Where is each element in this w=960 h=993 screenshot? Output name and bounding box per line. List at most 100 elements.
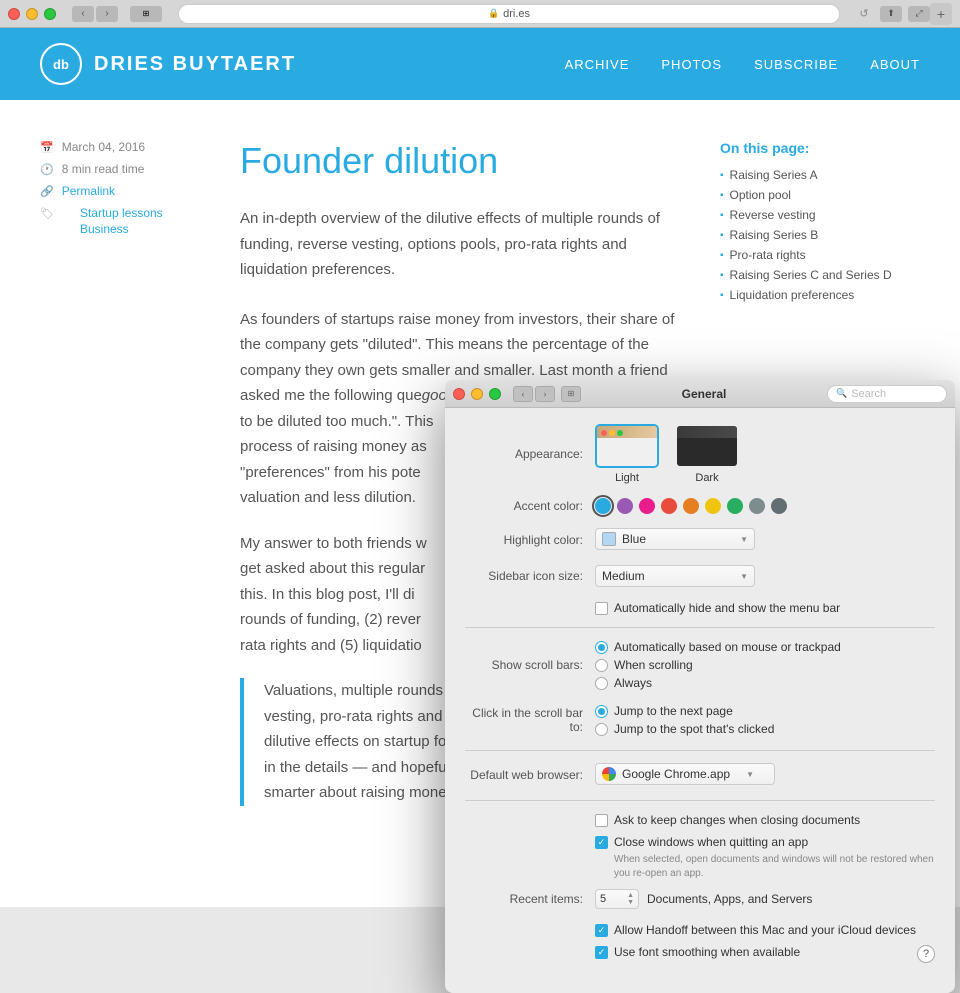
- click-next-page-option[interactable]: Jump to the next page: [595, 704, 935, 718]
- close-windows-checkbox[interactable]: [595, 836, 608, 849]
- nav-photos[interactable]: PHOTOS: [661, 57, 722, 72]
- link-icon: 🔗: [40, 185, 54, 198]
- click-spot-radio[interactable]: [595, 723, 608, 736]
- appearance-light-option[interactable]: Light: [595, 424, 659, 484]
- scroll-always-option[interactable]: Always: [595, 676, 935, 690]
- scroll-scrolling-option[interactable]: When scrolling: [595, 658, 935, 672]
- font-smoothing-label: Use font smoothing when available: [614, 945, 800, 959]
- click-next-page-radio[interactable]: [595, 705, 608, 718]
- scroll-scrolling-radio[interactable]: [595, 659, 608, 672]
- stepper-down[interactable]: ▼: [627, 899, 634, 906]
- stepper-up[interactable]: ▲: [627, 892, 634, 899]
- highlight-color-select-wrapper: Blue ▼: [595, 528, 755, 550]
- accent-purple[interactable]: [617, 498, 633, 514]
- minimize-button[interactable]: [26, 8, 38, 20]
- accent-blue[interactable]: [595, 498, 611, 514]
- appearance-dark-option[interactable]: Dark: [675, 424, 739, 484]
- close-windows-row: Close windows when quitting an app When …: [465, 835, 935, 887]
- scroll-auto-option[interactable]: Automatically based on mouse or trackpad: [595, 640, 935, 654]
- tabs-button[interactable]: ⊞: [130, 6, 162, 22]
- recent-items-suffix: Documents, Apps, and Servers: [647, 892, 812, 906]
- font-smoothing-checkbox[interactable]: [595, 946, 608, 959]
- auto-hide-control: Automatically hide and show the menu bar: [595, 601, 935, 619]
- light-min-dot: [609, 430, 615, 436]
- scroll-always-radio[interactable]: [595, 677, 608, 690]
- share-button[interactable]: ⬆: [880, 6, 902, 22]
- accent-orange[interactable]: [683, 498, 699, 514]
- default-browser-row: Default web browser: Google Chrome.app ▼: [465, 763, 935, 786]
- prefs-search-bar[interactable]: 🔍 Search: [827, 385, 947, 403]
- sidebar-item-liquidation[interactable]: Liquidation preferences: [720, 288, 920, 302]
- prefs-close-button[interactable]: [453, 388, 465, 400]
- sidebar-item-raising-cd[interactable]: Raising Series C and Series D: [720, 268, 920, 282]
- tag-startup[interactable]: Startup lessons: [80, 206, 163, 220]
- article-date: March 04, 2016: [62, 140, 145, 154]
- new-tab-button[interactable]: +: [930, 3, 952, 25]
- page-sidebar-list: Raising Series A Option pool Reverse ves…: [720, 168, 920, 302]
- highlight-color-select[interactable]: Blue ▼: [595, 528, 755, 550]
- browser-nav: ‹ ›: [72, 6, 118, 22]
- browser-arrow: ▼: [746, 770, 754, 779]
- fullscreen-button[interactable]: ⤢: [908, 6, 930, 22]
- default-browser-select[interactable]: Google Chrome.app ▼: [595, 763, 775, 785]
- recent-items-stepper[interactable]: 5 ▲ ▼: [595, 889, 639, 909]
- forward-button[interactable]: ›: [96, 6, 118, 22]
- prefs-forward-button[interactable]: ›: [535, 386, 555, 402]
- handoff-checkbox[interactable]: [595, 924, 608, 937]
- back-button[interactable]: ‹: [72, 6, 94, 22]
- accent-graphite[interactable]: [771, 498, 787, 514]
- ask-keep-label: Ask to keep changes when closing documen…: [614, 813, 860, 827]
- accent-red[interactable]: [661, 498, 677, 514]
- appearance-dark-thumb[interactable]: [675, 424, 739, 468]
- prefs-search-icon: 🔍: [836, 388, 847, 399]
- highlight-color-box: [602, 532, 616, 546]
- accent-pink[interactable]: [639, 498, 655, 514]
- handoff-checkbox-item: Allow Handoff between this Mac and your …: [595, 923, 935, 937]
- prefs-minimize-button[interactable]: [471, 388, 483, 400]
- nav-subscribe[interactable]: SUBSCRIBE: [754, 57, 838, 72]
- scroll-auto-radio[interactable]: [595, 641, 608, 654]
- nav-archive[interactable]: ARCHIVE: [565, 57, 630, 72]
- reload-button[interactable]: ↺: [856, 6, 872, 22]
- maximize-button[interactable]: [44, 8, 56, 20]
- accent-gray[interactable]: [749, 498, 765, 514]
- stepper-arrows: ▲ ▼: [627, 892, 634, 906]
- separator-3: [465, 800, 935, 801]
- close-windows-checkbox-item: Close windows when quitting an app: [595, 835, 935, 849]
- prefs-content: Appearance: Light: [445, 408, 955, 993]
- appearance-light-thumb[interactable]: [595, 424, 659, 468]
- prefs-maximize-button[interactable]: [489, 388, 501, 400]
- sidebar-item-raising-b[interactable]: Raising Series B: [720, 228, 920, 242]
- nav-about[interactable]: ABOUT: [870, 57, 920, 72]
- sidebar-item-option-pool[interactable]: Option pool: [720, 188, 920, 202]
- sidebar-item-pro-rata[interactable]: Pro-rata rights: [720, 248, 920, 262]
- page-sidebar-title: On this page:: [720, 140, 920, 156]
- accent-yellow[interactable]: [705, 498, 721, 514]
- sidebar-item-raising-a[interactable]: Raising Series A: [720, 168, 920, 182]
- sidebar-icon-size-control: Medium ▼: [595, 565, 935, 587]
- click-scroll-label: Click in the scroll bar to:: [465, 706, 595, 734]
- scroll-always-label: Always: [614, 676, 652, 690]
- prefs-nav: ‹ › ⊞: [513, 386, 581, 402]
- close-button[interactable]: [8, 8, 20, 20]
- browser-value: Google Chrome.app: [622, 767, 730, 781]
- read-time: 8 min read time: [62, 162, 145, 176]
- site-logo[interactable]: db DRIES BUYTAERT: [40, 43, 296, 85]
- prefs-back-button[interactable]: ‹: [513, 386, 533, 402]
- sidebar-icon-size-select[interactable]: Medium ▼: [595, 565, 755, 587]
- auto-hide-checkbox[interactable]: [595, 602, 608, 615]
- prefs-grid-button[interactable]: ⊞: [561, 386, 581, 402]
- tag-icon: 🏷: [40, 207, 54, 220]
- ask-keep-checkbox[interactable]: [595, 814, 608, 827]
- accent-green[interactable]: [727, 498, 743, 514]
- tag-business[interactable]: Business: [80, 222, 163, 236]
- font-smoothing-checkbox-item: Use font smoothing when available: [595, 945, 800, 959]
- permalink-link[interactable]: Permalink: [62, 184, 115, 198]
- sidebar-item-reverse-vesting[interactable]: Reverse vesting: [720, 208, 920, 222]
- meta-tags: 🏷 Startup lessons Business: [40, 206, 200, 236]
- help-button[interactable]: ?: [917, 945, 935, 963]
- click-spot-option[interactable]: Jump to the spot that's clicked: [595, 722, 935, 736]
- url-bar[interactable]: 🔒 dri.es: [178, 4, 840, 24]
- appearance-row: Appearance: Light: [465, 424, 935, 484]
- light-close-dot: [601, 430, 607, 436]
